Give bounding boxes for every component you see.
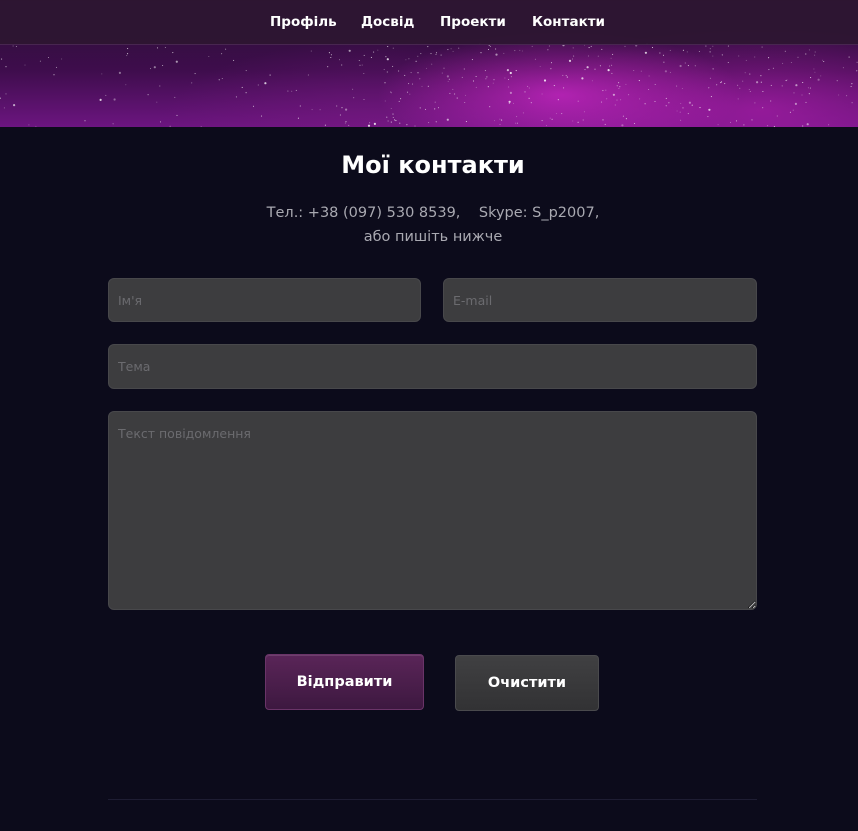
message-textarea[interactable] (108, 411, 757, 610)
page-title: Мої контакти (341, 151, 525, 179)
contact-line: Тел.: +38 (097) 530 8539, Skype: S_p2007… (0, 201, 858, 225)
email-input[interactable] (443, 278, 757, 322)
phone-text: Тел.: +38 (097) 530 8539, (266, 205, 461, 221)
write-below-text: або пишіть нижче (363, 229, 503, 245)
subject-input[interactable] (108, 344, 757, 389)
top-navbar: Профіль Досвід Проекти Контакти (0, 0, 858, 45)
clear-button[interactable]: Очистити (455, 655, 599, 711)
name-input[interactable] (108, 278, 421, 322)
contact-info: Тел.: +38 (097) 530 8539, Skype: S_p2007… (0, 201, 858, 249)
nav-item-profile[interactable]: Профіль (270, 14, 337, 31)
nav-item-experience[interactable]: Досвід (361, 14, 414, 31)
skype-text: Skype: S_p2007, (478, 205, 600, 221)
footer-divider (108, 799, 757, 800)
send-button[interactable]: Відправити (265, 654, 424, 710)
hero-banner: Профіль Досвід Проекти Контакти (0, 0, 858, 127)
nav-item-projects[interactable]: Проекти (440, 14, 506, 31)
nav-item-contacts[interactable]: Контакти (532, 14, 605, 31)
